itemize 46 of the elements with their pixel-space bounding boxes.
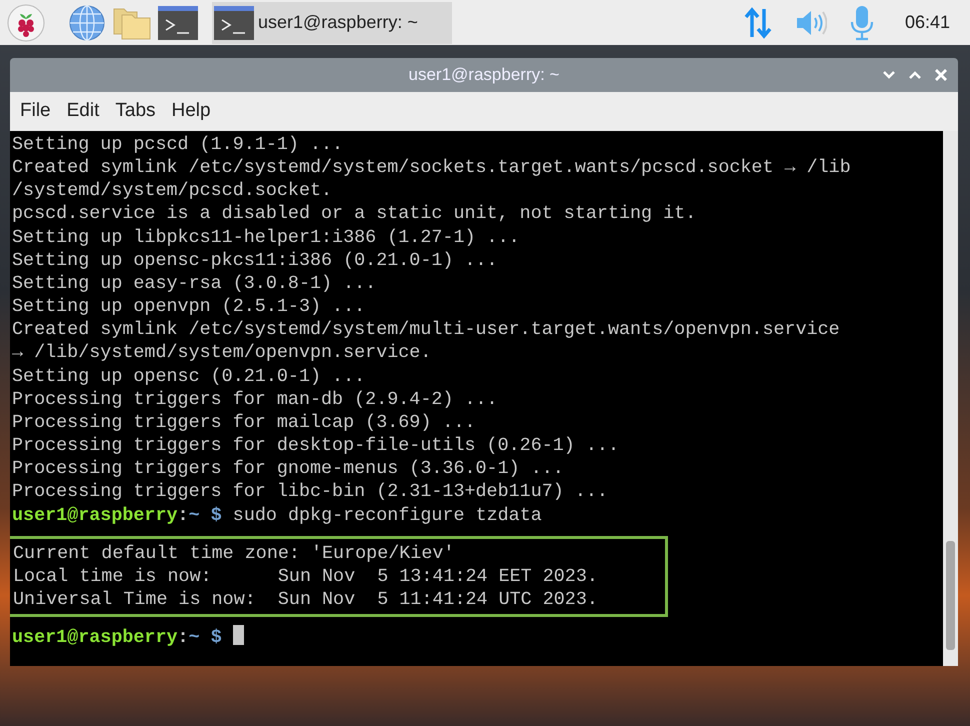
microphone-icon[interactable] [848, 4, 875, 40]
output-line: Processing triggers for man-db (2.9.4-2) ... [12, 388, 498, 411]
output-line: Created symlink /etc/systemd/system/sockets.target.wants/pcscd.socket → /lib [12, 156, 851, 180]
close-button[interactable] [932, 67, 950, 83]
output-line: Processing triggers for desktop-file-utils (0.26-1) ... [12, 434, 619, 458]
output-line: Processing triggers for mailcap (3.69) ... [12, 410, 476, 434]
output-line: Local time is now: Sun Nov 5 13:41:24 EET 2023. [13, 564, 598, 588]
prompt-user: user1@raspberry [12, 627, 178, 648]
clock[interactable]: 06:41 [904, 9, 950, 36]
menu-item[interactable]: Tabs [107, 95, 164, 128]
output-line: Processing triggers for gnome-menus (3.36.0-1) ... [12, 457, 564, 480]
chevron-up-icon [909, 71, 921, 79]
chevron-down-icon [883, 71, 895, 79]
globe-icon[interactable] [68, 4, 106, 42]
close-icon [935, 69, 947, 81]
raspberry-menu-icon[interactable] [6, 2, 46, 42]
menu-item[interactable]: File [12, 95, 59, 128]
prompt-path: :~ [178, 627, 200, 648]
output-line: Created symlink /etc/systemd/system/multi-user.target.wants/openvpn.service [12, 318, 840, 342]
taskbar-button[interactable]: user1@raspberry: ~ [212, 2, 452, 44]
scrollbar-thumb[interactable] [946, 541, 955, 650]
output-line: pcscd.service is a disabled or a static unit, not starting it. [12, 202, 696, 226]
output-line: Setting up openvpn (2.5.1-3) ... [12, 295, 366, 318]
prompt-symbol: $ [210, 504, 222, 526]
output-line: Universal Time is now: Sun Nov 5 11:41:24 UTC 2023. [13, 588, 598, 612]
output-line: → /lib/systemd/system/openvpn.service. [12, 341, 432, 365]
menu-item[interactable]: Edit [58, 95, 108, 128]
output-line: Setting up opensc (0.21.0-1) ... [12, 364, 366, 388]
output-line: /systemd/system/pcscd.socket. [12, 179, 332, 202]
terminal-icon [214, 6, 254, 40]
prompt-symbol: $ [210, 627, 222, 648]
output-line: Setting up pcscd (1.9.1-1) ... [12, 133, 344, 156]
menu-item[interactable]: Help [164, 95, 219, 128]
command-text: sudo dpkg-reconfigure tzdata [232, 504, 542, 526]
prompt-user: user1@raspberry [12, 504, 178, 526]
output-line: Processing triggers for libc-bin (2.31-13+deb11u7) ... [12, 480, 608, 504]
prompt-path: :~ [178, 504, 200, 526]
output-line: Setting up libpkcs11-helper1:i386 (1.27-1) ... [12, 226, 520, 249]
network-icon[interactable] [742, 6, 773, 38]
window-title: user1@raspberry: ~ [408, 64, 560, 86]
scrollbar[interactable] [943, 131, 958, 666]
volume-icon[interactable] [794, 8, 827, 36]
output-line: Setting up easy-rsa (3.0.8-1) ... [12, 272, 376, 296]
output-line: Setting up opensc-pkcs11:i386 (0.21.0-1) ... [12, 248, 498, 272]
output-line: Current default time zone: 'Europe/Kiev' [13, 542, 454, 565]
terminal-icon[interactable] [158, 6, 198, 40]
